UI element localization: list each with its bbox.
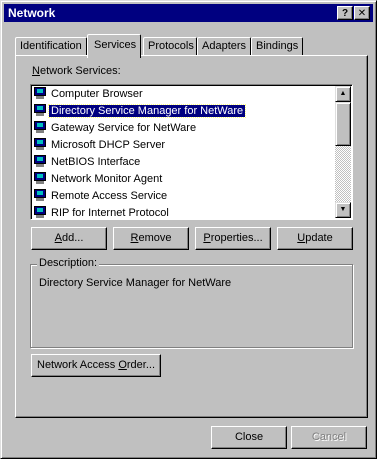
properties-button[interactable]: Properties... [195,227,271,250]
network-service-icon [34,155,46,167]
network-services-label: Network Services: [32,65,121,77]
tab-protocols[interactable]: Protocols [143,37,197,56]
list-item[interactable]: Remote Access Service [34,188,169,204]
network-dialog: Network ? ✕ Identification Services Prot… [0,0,377,459]
window-title: Network [8,6,56,20]
services-tab-panel: Network Services: Computer Browser Direc… [15,55,368,418]
network-services-list[interactable]: Computer Browser Directory Service Manag… [30,84,353,220]
tab-identification[interactable]: Identification [15,37,87,56]
title-bar[interactable]: Network ? ✕ [4,4,373,22]
tab-services[interactable]: Services [87,34,141,58]
cancel-button[interactable]: Cancel [291,426,367,449]
network-service-icon [34,87,46,99]
close-window-button[interactable]: ✕ [354,6,370,20]
scroll-down-arrow-icon[interactable]: ▼ [335,202,351,218]
close-icon: ✕ [357,8,367,19]
list-item[interactable]: Microsoft DHCP Server [34,137,167,153]
cancel-button-label: Cancel [311,431,347,443]
network-service-icon [34,138,46,150]
list-item[interactable]: NetBIOS Interface [34,154,142,170]
list-scrollbar[interactable]: ▲ ▼ [335,86,351,218]
list-item-selected[interactable]: Directory Service Manager for NetWare [34,103,247,119]
tab-adapters[interactable]: Adapters [197,37,251,56]
help-button[interactable]: ? [337,6,353,20]
remove-button[interactable]: Remove [113,227,189,250]
scroll-thumb[interactable] [335,102,351,146]
add-button[interactable]: Add... [31,227,107,250]
update-button[interactable]: Update [277,227,353,250]
network-service-icon [34,121,46,133]
description-label: Description: [37,257,100,269]
tab-label: Services [94,39,137,51]
scroll-up-arrow-icon[interactable]: ▲ [335,86,351,102]
description-groupbox: Description: Directory Service Manager f… [30,257,353,348]
network-service-icon [34,189,46,201]
network-access-order-button[interactable]: Network Access Order... [31,354,161,377]
network-service-icon [34,104,46,116]
network-service-icon [34,206,46,218]
help-icon: ? [341,8,349,19]
tab-label: Adapters [202,40,247,52]
list-item[interactable]: Network Monitor Agent [34,171,164,187]
list-item[interactable]: Gateway Service for NetWare [34,120,198,136]
tab-label: Bindings [256,40,299,52]
description-text: Directory Service Manager for NetWare [39,277,232,289]
tab-bindings[interactable]: Bindings [251,37,303,56]
close-button-label: Close [234,431,264,443]
network-service-icon [34,172,46,184]
tab-label: Identification [20,40,82,52]
list-item[interactable]: RIP for Internet Protocol [34,205,171,219]
close-button[interactable]: Close [211,426,287,449]
tab-label: Protocols [148,40,194,52]
list-item[interactable]: Computer Browser [34,86,145,102]
